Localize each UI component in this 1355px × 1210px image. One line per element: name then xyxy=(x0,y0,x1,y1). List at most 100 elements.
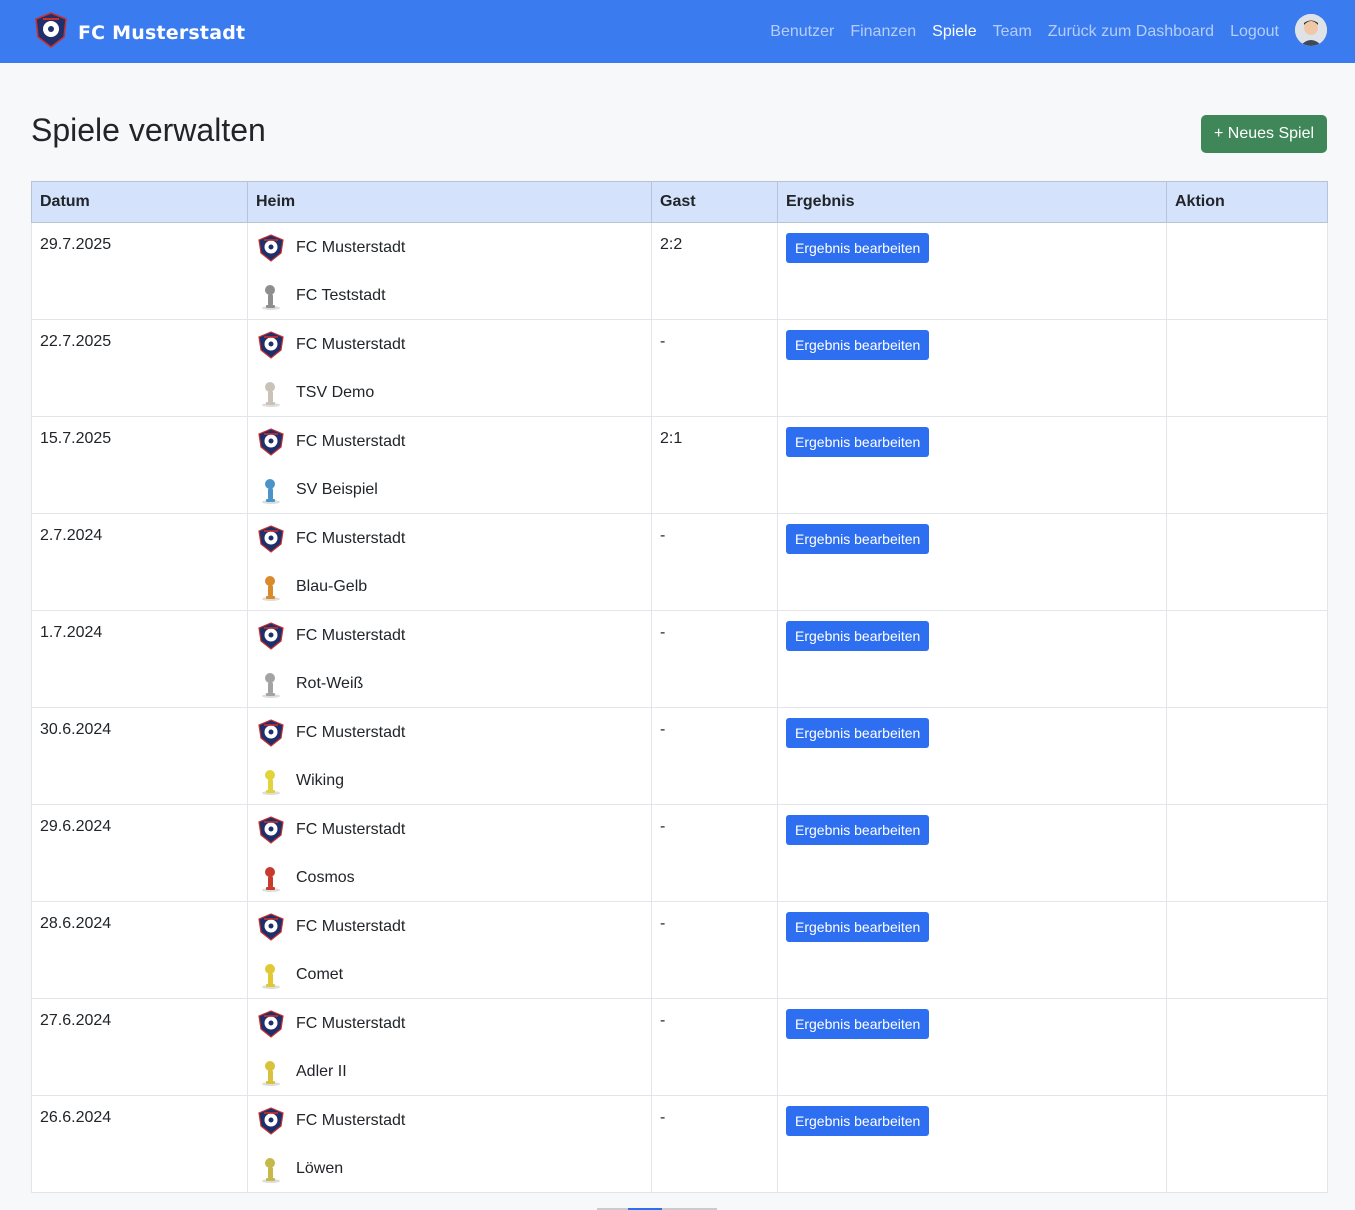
home-team: FC Musterstadt xyxy=(256,330,643,360)
away-team-name: Adler II xyxy=(296,1063,347,1080)
teams-cell: FC Musterstadt Wiking xyxy=(247,707,652,805)
edit-result-button[interactable]: Ergebnis bearbeiten xyxy=(786,815,930,845)
action-cell xyxy=(1166,901,1328,999)
teams-cell: FC Musterstadt Adler II xyxy=(247,998,652,1096)
teams-cell: FC Musterstadt TSV Demo xyxy=(247,319,652,417)
edit-result-button[interactable]: Ergebnis bearbeiten xyxy=(786,1106,930,1136)
table-row: 2.7.2024 FC Musterstadt Blau-Gelb - Ergebnis… xyxy=(31,513,1328,611)
edit-result-button[interactable]: Ergebnis bearbeiten xyxy=(786,1009,930,1039)
away-team-name: TSV Demo xyxy=(296,384,375,401)
game-score: 2:2 xyxy=(651,222,778,320)
game-date: 2.7.2024 xyxy=(31,513,248,611)
action-cell xyxy=(1166,804,1328,902)
away-team-logo-icon xyxy=(256,1057,286,1087)
result-cell: Ergebnis bearbeiten xyxy=(777,901,1167,999)
home-team: FC Musterstadt xyxy=(256,233,643,263)
table-row: 22.7.2025 FC Musterstadt TSV Demo - Ergebnis… xyxy=(31,319,1328,417)
home-team-name: FC Musterstadt xyxy=(296,1112,406,1129)
away-team-logo-icon xyxy=(256,572,286,602)
col-header-away: Gast xyxy=(651,181,778,223)
nav-item-benutzer[interactable]: Benutzer xyxy=(770,23,834,41)
away-team-logo-icon xyxy=(256,766,286,796)
nav-item-team[interactable]: Team xyxy=(993,23,1032,41)
away-team: Löwen xyxy=(256,1154,643,1184)
table-body: 29.7.2025 FC Musterstadt FC Teststadt 2:2 Er… xyxy=(31,222,1328,1193)
away-team: Adler II xyxy=(256,1057,643,1087)
result-cell: Ergebnis bearbeiten xyxy=(777,610,1167,708)
away-team-logo-icon xyxy=(256,475,286,505)
away-team: TSV Demo xyxy=(256,378,643,408)
nav-item-logout[interactable]: Logout xyxy=(1230,23,1279,41)
home-team-logo-icon xyxy=(256,718,286,748)
game-score: - xyxy=(651,998,778,1096)
teams-cell: FC Musterstadt SV Beispiel xyxy=(247,416,652,514)
table-row: 15.7.2025 FC Musterstadt SV Beispiel 2:1 Erg… xyxy=(31,416,1328,514)
brand-name: FC Musterstadt xyxy=(78,21,246,44)
home-team-name: FC Musterstadt xyxy=(296,724,406,741)
navbar: FC Musterstadt Benutzer Finanzen Spiele … xyxy=(0,0,1355,63)
home-team: FC Musterstadt xyxy=(256,427,643,457)
game-date: 27.6.2024 xyxy=(31,998,248,1096)
away-team-name: Löwen xyxy=(296,1160,344,1177)
brand[interactable]: FC Musterstadt xyxy=(32,11,245,54)
table-row: 27.6.2024 FC Musterstadt Adler II - Ergebnis… xyxy=(31,998,1328,1096)
col-header-date: Datum xyxy=(31,181,248,223)
game-score: - xyxy=(651,610,778,708)
action-cell xyxy=(1166,1095,1328,1193)
home-team: FC Musterstadt xyxy=(256,912,643,942)
away-team: Wiking xyxy=(256,766,643,796)
away-team: Comet xyxy=(256,960,643,990)
nav-item-finanzen[interactable]: Finanzen xyxy=(850,23,916,41)
home-team-name: FC Musterstadt xyxy=(296,918,406,935)
teams-cell: FC Musterstadt Blau-Gelb xyxy=(247,513,652,611)
game-score: 2:1 xyxy=(651,416,778,514)
action-cell xyxy=(1166,416,1328,514)
home-team: FC Musterstadt xyxy=(256,1106,643,1136)
edit-result-button[interactable]: Ergebnis bearbeiten xyxy=(786,330,930,360)
game-date: 30.6.2024 xyxy=(31,707,248,805)
home-team-name: FC Musterstadt xyxy=(296,433,406,450)
away-team: Blau-Gelb xyxy=(256,572,643,602)
edit-result-button[interactable]: Ergebnis bearbeiten xyxy=(786,912,930,942)
home-team: FC Musterstadt xyxy=(256,1009,643,1039)
home-team-logo-icon xyxy=(256,427,286,457)
away-team-logo-icon xyxy=(256,281,286,311)
new-game-button[interactable]: + Neues Spiel xyxy=(1201,115,1327,153)
edit-result-button[interactable]: Ergebnis bearbeiten xyxy=(786,233,930,263)
col-header-action: Aktion xyxy=(1166,181,1328,223)
nav-item-dashboard[interactable]: Zurück zum Dashboard xyxy=(1048,23,1214,41)
col-header-home: Heim xyxy=(247,181,652,223)
nav-item-spiele[interactable]: Spiele xyxy=(932,23,976,41)
result-cell: Ergebnis bearbeiten xyxy=(777,707,1167,805)
home-team-name: FC Musterstadt xyxy=(296,627,406,644)
away-team-name: Wiking xyxy=(296,772,345,789)
action-cell xyxy=(1166,707,1328,805)
home-team: FC Musterstadt xyxy=(256,718,643,748)
edit-result-button[interactable]: Ergebnis bearbeiten xyxy=(786,621,930,651)
action-cell xyxy=(1166,998,1328,1096)
away-team-logo-icon xyxy=(256,378,286,408)
home-team-name: FC Musterstadt xyxy=(296,1015,406,1032)
game-score: - xyxy=(651,804,778,902)
home-team-logo-icon xyxy=(256,330,286,360)
game-date: 29.7.2025 xyxy=(31,222,248,320)
page-title: Spiele verwalten xyxy=(31,112,266,148)
action-cell xyxy=(1166,222,1328,320)
home-team-name: FC Musterstadt xyxy=(296,336,406,353)
action-cell xyxy=(1166,610,1328,708)
home-team-logo-icon xyxy=(256,233,286,263)
home-team-name: FC Musterstadt xyxy=(296,239,406,256)
away-team-logo-icon xyxy=(256,669,286,699)
home-team: FC Musterstadt xyxy=(256,621,643,651)
edit-result-button[interactable]: Ergebnis bearbeiten xyxy=(786,524,930,554)
home-team-name: FC Musterstadt xyxy=(296,530,406,547)
home-team: FC Musterstadt xyxy=(256,815,643,845)
edit-result-button[interactable]: Ergebnis bearbeiten xyxy=(786,718,930,748)
away-team: Cosmos xyxy=(256,863,643,893)
home-team-logo-icon xyxy=(256,524,286,554)
edit-result-button[interactable]: Ergebnis bearbeiten xyxy=(786,427,930,457)
away-team-name: Rot-Weiß xyxy=(296,675,364,692)
teams-cell: FC Musterstadt Cosmos xyxy=(247,804,652,902)
away-team: SV Beispiel xyxy=(256,475,643,505)
user-avatar-icon[interactable] xyxy=(1295,14,1327,46)
